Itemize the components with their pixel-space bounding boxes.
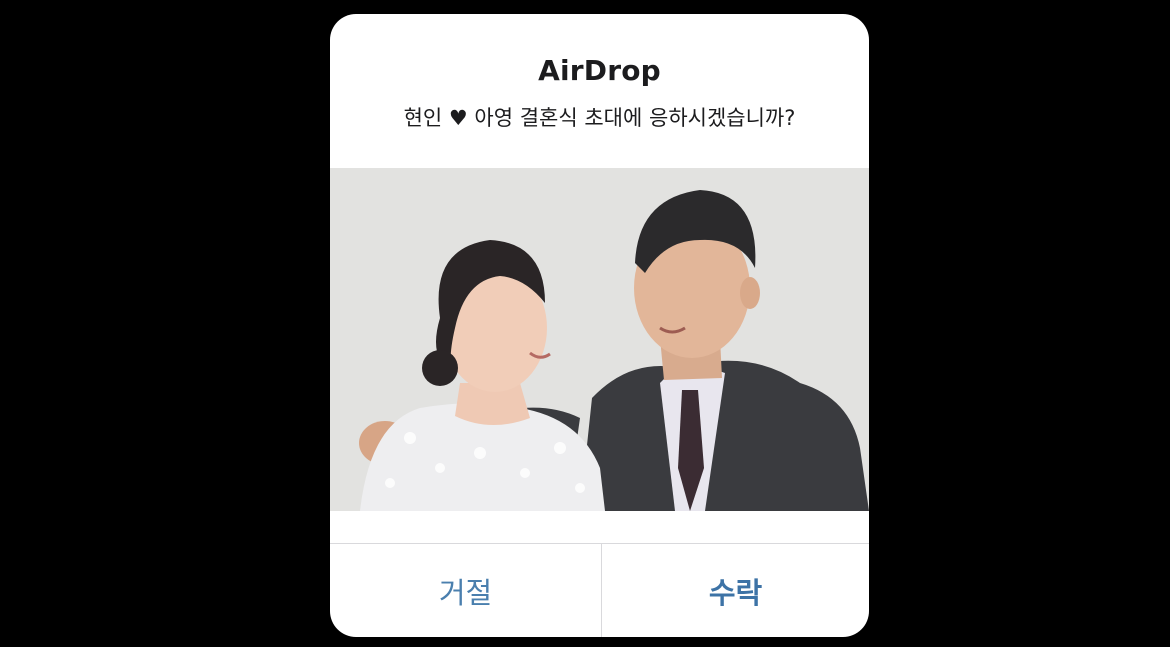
shared-photo xyxy=(330,168,869,511)
wedding-photo-illustration xyxy=(330,168,869,511)
screen: AirDrop 현인 ♥ 아영 결혼식 초대에 응하시겠습니까? 거절 수락 xyxy=(0,0,1170,647)
dialog-title: AirDrop xyxy=(538,54,661,87)
bride-hair-bun xyxy=(422,350,458,386)
groom-ear xyxy=(740,277,760,309)
dialog-header: AirDrop 현인 ♥ 아영 결혼식 초대에 응하시겠습니까? xyxy=(330,14,869,168)
accept-button[interactable]: 수락 xyxy=(602,544,869,637)
decline-button[interactable]: 거절 xyxy=(330,544,601,637)
dialog-message: 현인 ♥ 아영 결혼식 초대에 응하시겠습니까? xyxy=(403,106,796,130)
airdrop-dialog: AirDrop 현인 ♥ 아영 결혼식 초대에 응하시겠습니까? 거절 수락 xyxy=(330,14,869,637)
